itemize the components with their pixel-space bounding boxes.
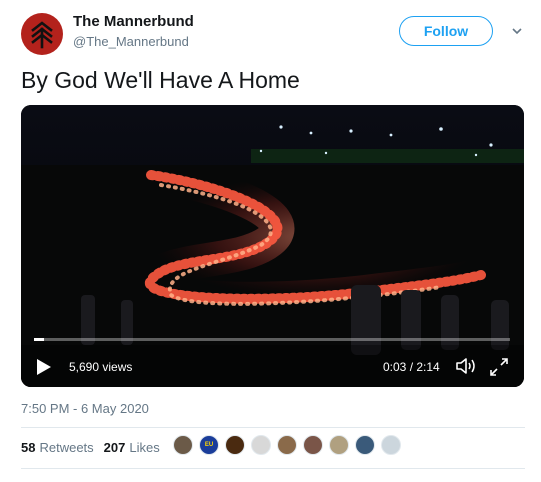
eu-flag-icon[interactable]: EU <box>199 435 219 455</box>
likes-label[interactable]: Likes <box>129 440 159 455</box>
author-handle[interactable]: @The_Mannerbund <box>73 34 189 49</box>
view-count: 5,690 views <box>69 360 133 374</box>
fullscreen-icon[interactable] <box>488 356 510 378</box>
liker-avatar[interactable] <box>303 435 323 455</box>
follow-button[interactable]: Follow <box>399 16 493 46</box>
chevron-tree-logo-icon <box>31 21 53 49</box>
liker-avatar[interactable] <box>277 435 297 455</box>
liker-avatar[interactable] <box>329 435 349 455</box>
likers-avatars: EU <box>173 435 407 455</box>
liker-avatar[interactable] <box>251 435 271 455</box>
play-icon[interactable] <box>35 357 53 377</box>
volume-icon[interactable] <box>454 355 478 377</box>
divider <box>21 427 525 428</box>
video-timecode: 0:03 / 2:14 <box>383 360 440 374</box>
liker-avatar-label: EU <box>204 442 214 448</box>
liker-avatar[interactable] <box>355 435 375 455</box>
retweets-label[interactable]: Retweets <box>39 440 93 455</box>
author-avatar[interactable] <box>21 13 63 55</box>
likes-count[interactable]: 207 <box>104 440 126 455</box>
video-player[interactable]: 5,690 views 0:03 / 2:14 <box>21 105 524 387</box>
video-frame <box>21 105 524 387</box>
video-progress-bar[interactable] <box>34 338 510 341</box>
tweet-text: By God We'll Have A Home <box>21 67 300 93</box>
author-name[interactable]: The Mannerbund <box>73 13 194 30</box>
tweet-timestamp[interactable]: 7:50 PM - 6 May 2020 <box>21 401 149 416</box>
liker-avatar[interactable] <box>225 435 245 455</box>
tweet-stats: 58 Retweets 207 Likes <box>21 440 160 455</box>
liker-avatar[interactable] <box>173 435 193 455</box>
default-avatar-icon[interactable] <box>381 435 401 455</box>
chevron-down-icon[interactable] <box>511 25 523 37</box>
video-progress-fill <box>34 338 45 341</box>
divider <box>21 468 525 469</box>
retweets-count[interactable]: 58 <box>21 440 35 455</box>
